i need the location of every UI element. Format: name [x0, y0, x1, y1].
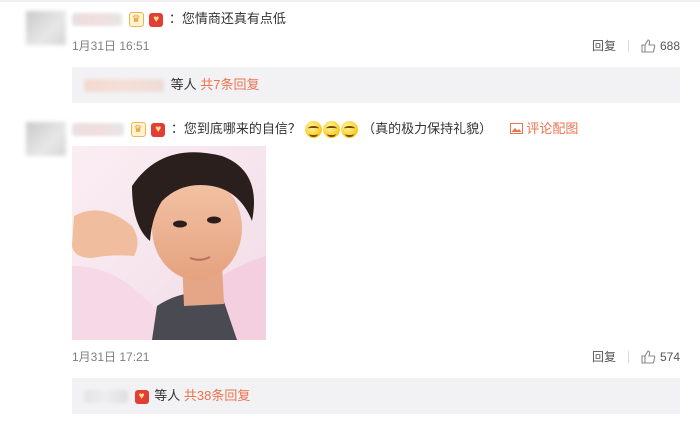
vip-heart-badge-icon: ♥ [134, 389, 149, 404]
avatar[interactable] [26, 122, 66, 156]
replies-suffix: 等人 [170, 77, 197, 92]
thumbs-up-icon [641, 38, 656, 53]
view-image-label: 评论配图 [526, 121, 579, 136]
crown-badge-icon: ♛ [130, 122, 146, 138]
action-divider [627, 350, 629, 363]
like-count: 688 [659, 38, 680, 53]
view-image-link[interactable]: 评论配图 [509, 121, 579, 136]
comment-timestamp: 1月31日 16:51 [72, 39, 150, 53]
like-button[interactable]: 688 [641, 39, 680, 53]
view-replies-link[interactable]: 共38条回复 [184, 388, 250, 403]
replier-name-blurred[interactable] [84, 390, 128, 404]
smiling-face-emoji-icon [304, 121, 322, 139]
username-blurred[interactable] [72, 13, 122, 27]
comment-line: ♛ ♥ ：您到底哪来的自信？ （真的极力保持礼貌） 评论配图 [72, 120, 579, 139]
replier-name-blurred[interactable] [84, 79, 164, 93]
thumbs-up-icon [641, 349, 656, 364]
portrait-photo [72, 146, 266, 340]
comment-actions: 回复 688 [592, 37, 680, 54]
replies-summary[interactable]: 等人 共7条回复 [72, 67, 680, 103]
replies-summary[interactable]: ♥ 等人 共38条回复 [72, 378, 680, 414]
comment-photo[interactable] [72, 146, 266, 340]
smiling-face-emoji-icon [340, 121, 358, 139]
replies-suffix: 等人 [154, 388, 181, 403]
action-divider [627, 39, 629, 52]
username-blurred[interactable] [72, 123, 124, 137]
like-button[interactable]: 574 [641, 350, 680, 364]
avatar[interactable] [26, 11, 66, 45]
vip-heart-badge-icon: ♥ [149, 12, 164, 27]
comment-text: ：您到底哪来的自信？ [170, 121, 301, 136]
comment-actions: 回复 574 [592, 348, 680, 365]
reply-button[interactable]: 回复 [592, 37, 616, 54]
crown-badge-icon: ♛ [128, 12, 144, 28]
view-replies-link[interactable]: 共7条回复 [200, 77, 259, 92]
comment-trailing-text: （真的极力保持礼貌） [362, 121, 493, 136]
smiling-face-emoji-icon [322, 121, 340, 139]
top-divider [0, 0, 700, 2]
picture-icon [509, 123, 523, 134]
comment-timestamp: 1月31日 17:21 [72, 350, 150, 364]
comment-text: ：您情商还真有点低 [168, 11, 286, 26]
comment-line: ♛ ♥ ：您情商还真有点低 [72, 10, 286, 28]
like-count: 574 [659, 349, 680, 364]
reply-button[interactable]: 回复 [592, 348, 616, 365]
vip-heart-badge-icon: ♥ [151, 122, 166, 137]
